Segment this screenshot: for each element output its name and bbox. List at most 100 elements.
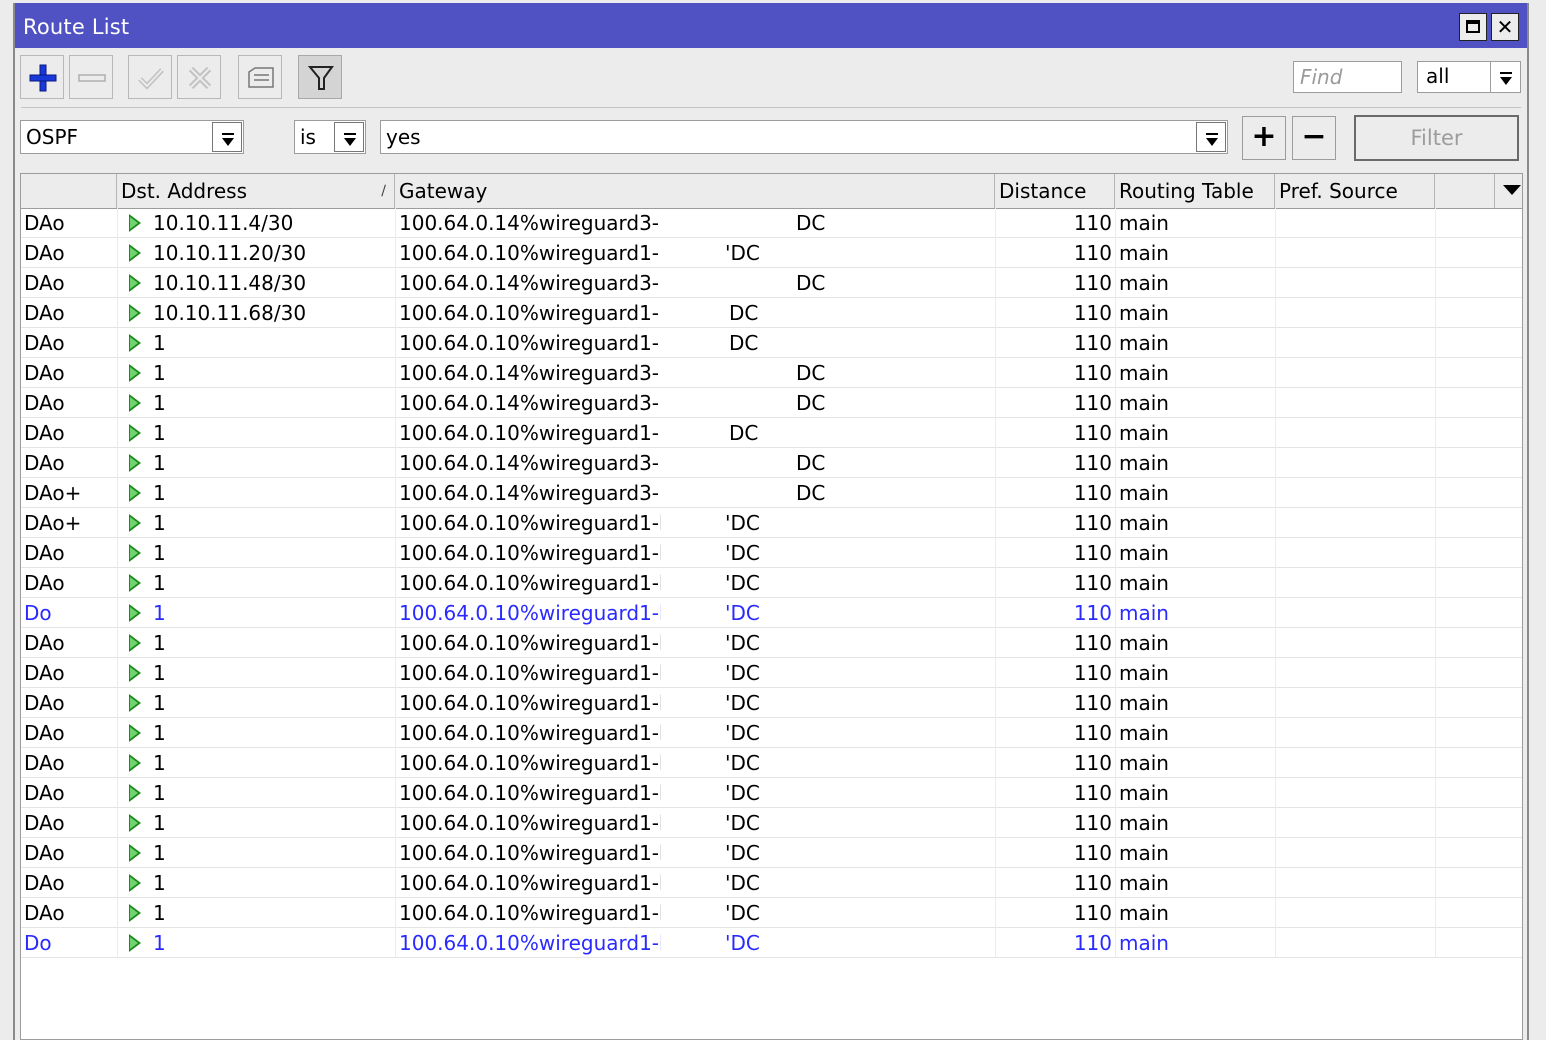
row-distance: 110 xyxy=(1073,871,1112,895)
row-gateway: 100.64.0.10%wireguard1- xyxy=(399,331,660,355)
row-distance: 110 xyxy=(1073,451,1112,475)
column-divider xyxy=(1435,598,1436,628)
table-row[interactable]: DAo 1 100.64.0.10%wireguard1-l 'DC 110 main xyxy=(21,688,1522,718)
table-row[interactable]: DAo 10.10.11.68/30 100.64.0.10%wireguard1-… xyxy=(21,298,1522,328)
chevron-down-icon[interactable] xyxy=(1196,122,1226,152)
column-header-gateway[interactable]: Gateway xyxy=(395,174,995,208)
table-row[interactable]: DAo 10.10.11.4/30 100.64.0.14%wireguard3- D… xyxy=(21,208,1522,238)
filter-value-select[interactable]: yes xyxy=(380,120,1228,154)
filter-button[interactable]: Filter xyxy=(1354,115,1519,161)
title-bar[interactable]: Route List xyxy=(15,3,1527,48)
row-gateway-status: DC xyxy=(796,481,826,505)
close-button[interactable] xyxy=(1491,13,1519,41)
column-divider xyxy=(1115,898,1116,928)
chevron-down-icon[interactable] xyxy=(1490,62,1520,92)
route-active-icon xyxy=(125,388,145,418)
column-divider xyxy=(1275,418,1276,448)
table-row[interactable]: DAo 1 100.64.0.10%wireguard1- DC 110 main xyxy=(21,418,1522,448)
column-divider xyxy=(395,688,396,718)
row-gateway-status: DC xyxy=(796,391,826,415)
remove-filter-button[interactable]: − xyxy=(1292,116,1336,160)
route-active-icon xyxy=(125,478,145,508)
row-routing-table: main xyxy=(1119,841,1169,865)
chevron-down-icon[interactable] xyxy=(212,122,242,152)
route-active-icon xyxy=(125,208,145,238)
row-distance: 110 xyxy=(1073,391,1112,415)
table-row[interactable]: DAo 1 100.64.0.10%wireguard1-l 'DC 110 main xyxy=(21,868,1522,898)
table-row[interactable]: DAo 1 100.64.0.10%wireguard1-l 'DC 110 main xyxy=(21,778,1522,808)
comment-button[interactable] xyxy=(238,55,282,99)
table-row[interactable]: DAo 1 100.64.0.10%wireguard1-l 'DC 110 main xyxy=(21,658,1522,688)
column-menu-icon[interactable] xyxy=(1503,185,1521,195)
column-divider xyxy=(1435,718,1436,748)
remove-button[interactable] xyxy=(69,55,113,99)
table-row[interactable]: DAo 1 100.64.0.10%wireguard1-l 'DC 110 main xyxy=(21,808,1522,838)
add-filter-button[interactable]: + xyxy=(1242,116,1286,160)
column-divider xyxy=(995,448,996,478)
table-row[interactable]: DAo 1 100.64.0.14%wireguard3- DC 110 main xyxy=(21,358,1522,388)
row-gateway-status: 'DC xyxy=(725,751,760,775)
row-gateway-status: 'DC xyxy=(725,571,760,595)
route-active-icon xyxy=(125,418,145,448)
maximize-button[interactable] xyxy=(1459,13,1487,41)
row-gateway-status: 'DC xyxy=(725,721,760,745)
column-header-pref-source[interactable]: Pref. Source xyxy=(1275,174,1435,208)
filter-field-value: OSPF xyxy=(26,125,79,149)
route-active-icon xyxy=(125,868,145,898)
row-routing-table: main xyxy=(1119,451,1169,475)
table-row[interactable]: DAo 1 100.64.0.10%wireguard1-l 'DC 110 main xyxy=(21,898,1522,928)
table-row[interactable]: DAo 1 100.64.0.10%wireguard1-l 'DC 110 main xyxy=(21,568,1522,598)
filter-toggle-button[interactable] xyxy=(298,55,342,99)
filter-field-select[interactable]: OSPF xyxy=(20,120,244,154)
table-row[interactable]: DAo 10.10.11.48/30 100.64.0.14%wireguard3-… xyxy=(21,268,1522,298)
row-routing-table: main xyxy=(1119,211,1169,235)
column-header-distance[interactable]: Distance xyxy=(995,174,1115,208)
table-row[interactable]: Do 1 100.64.0.10%wireguard1-l 'DC 110 main xyxy=(21,928,1522,958)
column-divider xyxy=(1115,448,1116,478)
row-flags: DAo xyxy=(24,751,65,775)
disable-button[interactable] xyxy=(177,55,221,99)
table-row[interactable]: Do 1 100.64.0.10%wireguard1-l 'DC 110 main xyxy=(21,598,1522,628)
row-gateway-status: 'DC xyxy=(725,601,760,625)
add-button[interactable] xyxy=(20,55,64,99)
column-header-dst-address[interactable]: Dst. Address ∕ xyxy=(117,174,395,208)
table-row[interactable]: DAo 1 100.64.0.10%wireguard1-l 'DC 110 main xyxy=(21,838,1522,868)
column-header-flags[interactable] xyxy=(21,174,117,208)
table-row[interactable]: DAo 1 100.64.0.10%wireguard1-l 'DC 110 main xyxy=(21,748,1522,778)
column-divider xyxy=(1275,448,1276,478)
column-divider xyxy=(1115,358,1116,388)
table-row[interactable]: DAo 1 100.64.0.14%wireguard3- DC 110 main xyxy=(21,388,1522,418)
route-active-icon xyxy=(125,238,145,268)
column-divider xyxy=(995,928,996,958)
table-row[interactable]: DAo 1 100.64.0.10%wireguard1- DC 110 main xyxy=(21,328,1522,358)
filter-operator-select[interactable]: is xyxy=(294,120,366,154)
enable-button[interactable] xyxy=(128,55,172,99)
chevron-down-icon[interactable] xyxy=(334,122,364,152)
table-row[interactable]: DAo 1 100.64.0.10%wireguard1-l 'DC 110 main xyxy=(21,628,1522,658)
row-distance: 110 xyxy=(1073,571,1112,595)
row-flags: DAo xyxy=(24,841,65,865)
column-divider xyxy=(1115,298,1116,328)
row-flags: DAo xyxy=(24,871,65,895)
row-flags: DAo xyxy=(24,211,65,235)
table-row[interactable]: DAo 1 100.64.0.14%wireguard3-! DC 110 main xyxy=(21,448,1522,478)
column-divider xyxy=(1435,358,1436,388)
row-distance: 110 xyxy=(1073,331,1112,355)
row-gateway-status: 'DC xyxy=(725,841,760,865)
route-active-icon xyxy=(125,658,145,688)
row-dst-address: 1 xyxy=(153,571,166,595)
table-row[interactable]: DAo 1 100.64.0.10%wireguard1-l 'DC 110 main xyxy=(21,718,1522,748)
column-divider xyxy=(995,508,996,538)
find-input[interactable]: Find xyxy=(1293,61,1402,93)
row-gateway-status: 'DC xyxy=(725,811,760,835)
row-gateway: 100.64.0.10%wireguard1-l xyxy=(399,901,661,925)
column-divider xyxy=(395,328,396,358)
find-scope-select[interactable]: all xyxy=(1417,61,1521,93)
table-row[interactable]: DAo+ 1 100.64.0.10%wireguard1-l 'DC 110 main xyxy=(21,508,1522,538)
row-dst-address: 10.10.11.48/30 xyxy=(153,271,307,295)
table-row[interactable]: DAo 10.10.11.20/30 100.64.0.10%wireguard1-… xyxy=(21,238,1522,268)
column-header-routing-table[interactable]: Routing Table xyxy=(1115,174,1275,208)
column-divider xyxy=(1115,598,1116,628)
table-row[interactable]: DAo+ 1 100.64.0.14%wireguard3-! DC 110 main xyxy=(21,478,1522,508)
table-row[interactable]: DAo 1 100.64.0.10%wireguard1-l 'DC 110 main xyxy=(21,538,1522,568)
